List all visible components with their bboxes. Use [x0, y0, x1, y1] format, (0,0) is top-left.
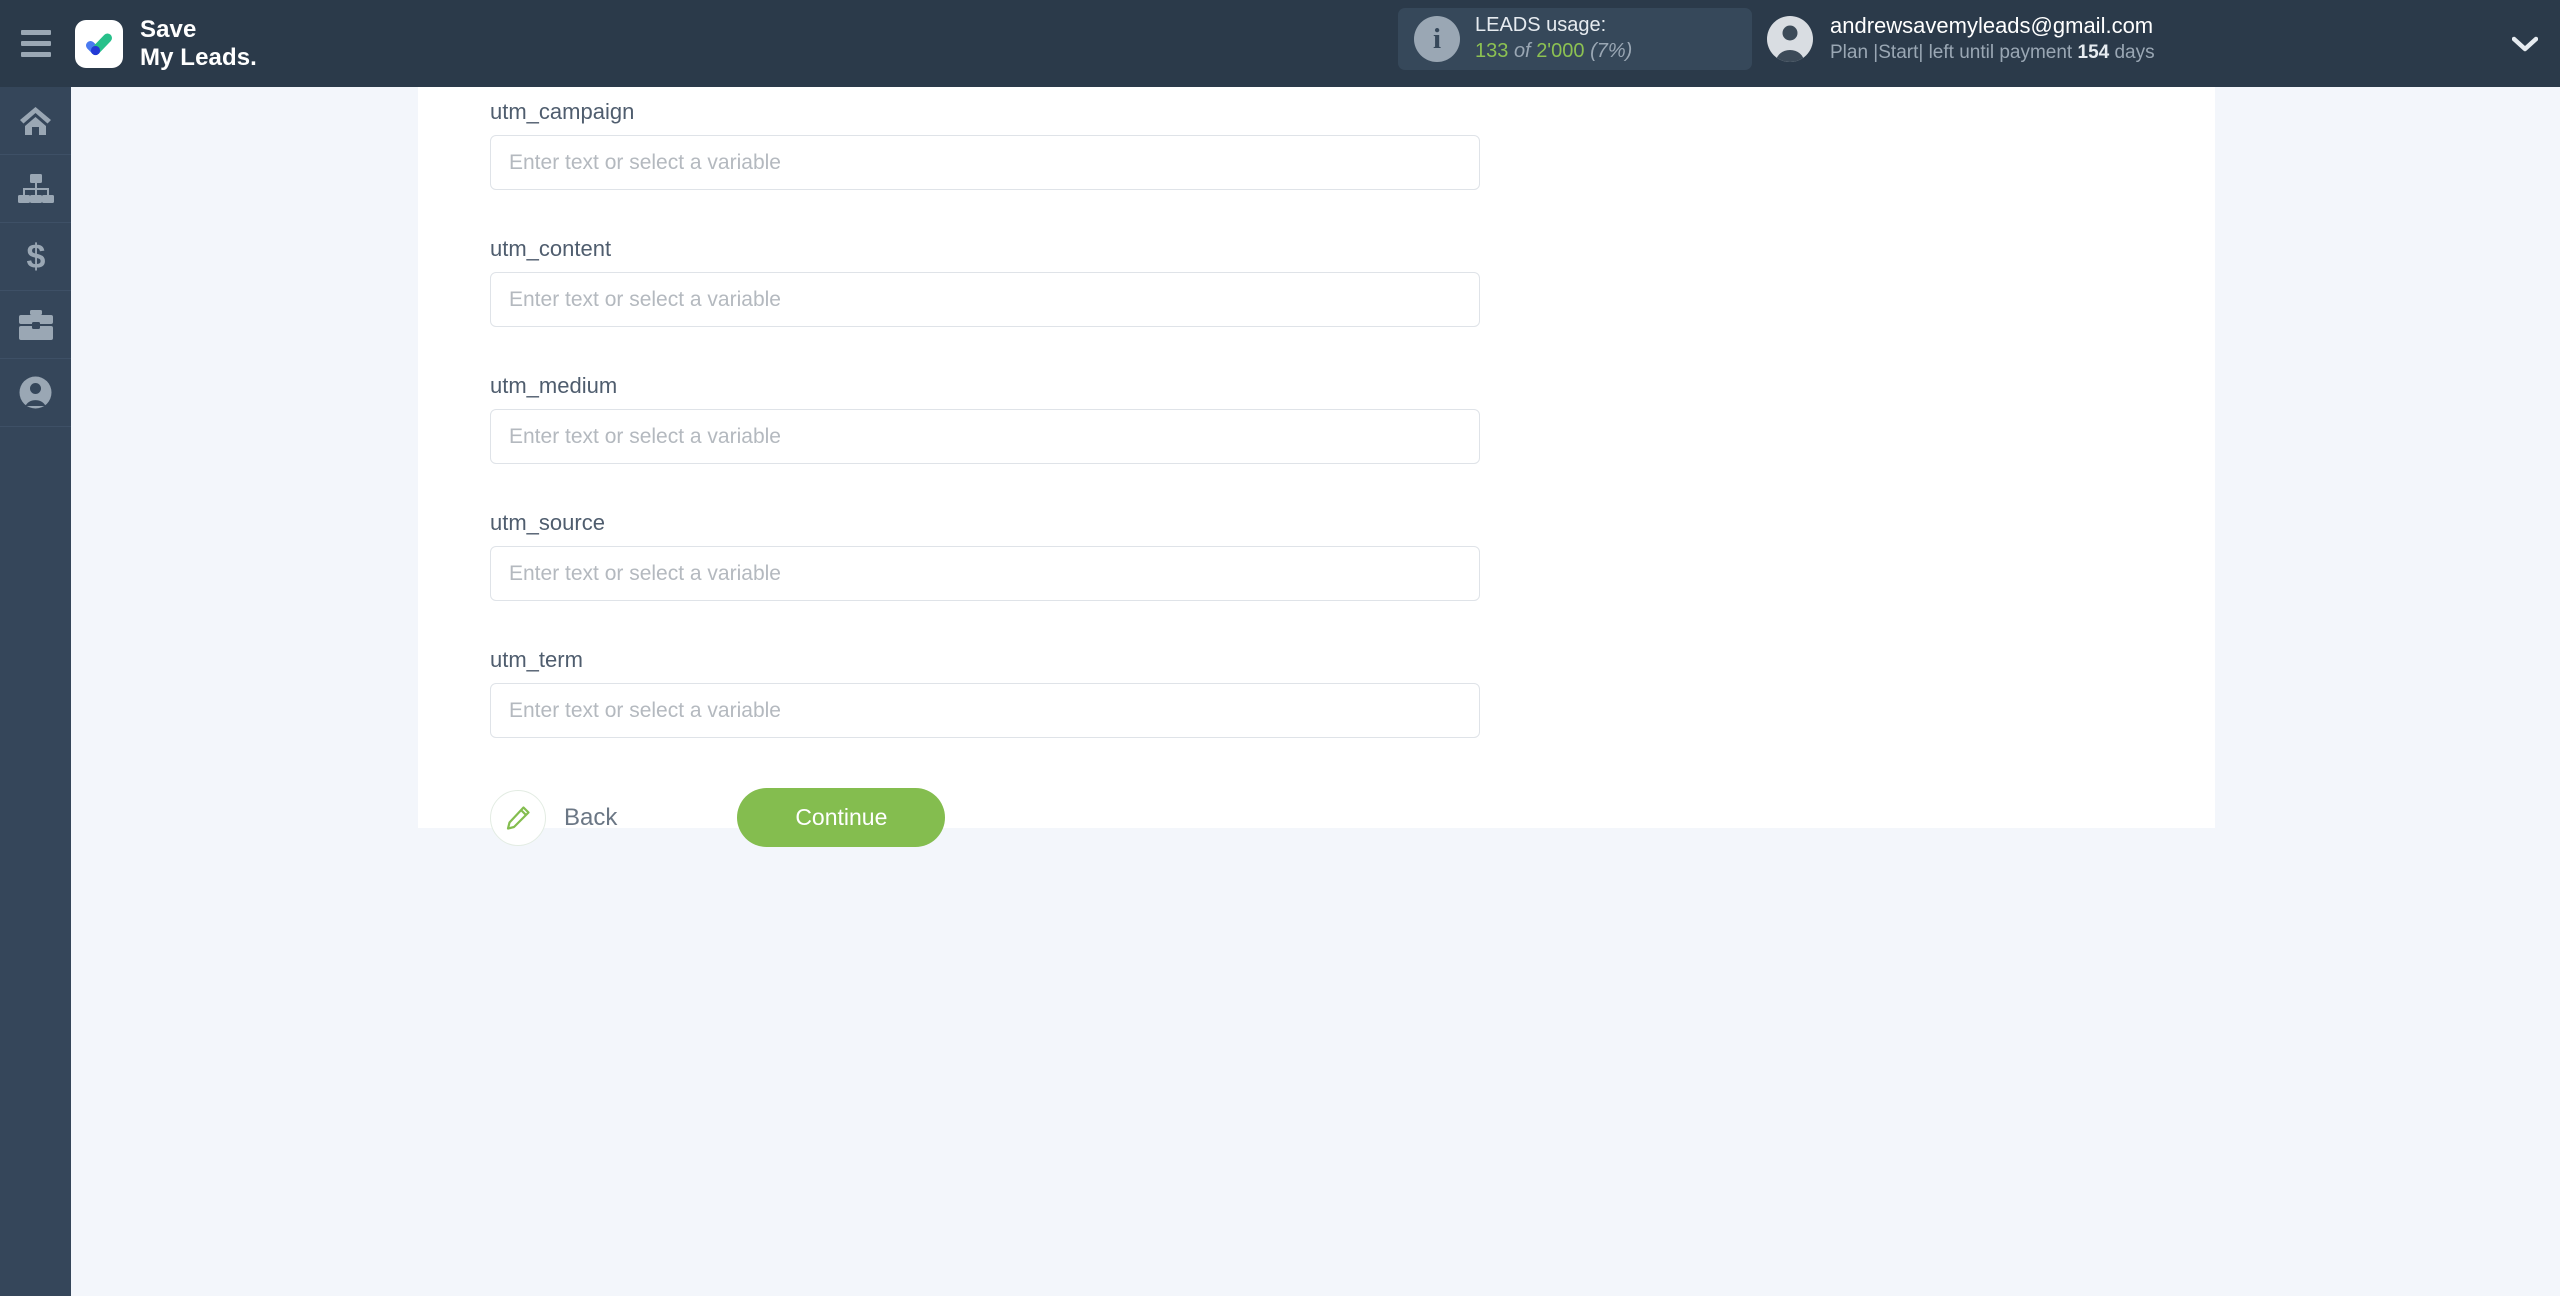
field-label: utm_campaign: [490, 99, 635, 124]
utm-term-input[interactable]: [490, 683, 1480, 738]
hamburger-icon[interactable]: [0, 0, 71, 87]
account-plan-days: 154: [2077, 41, 2110, 63]
chevron-down-icon[interactable]: [2505, 26, 2545, 62]
sidebar-item-services[interactable]: [0, 291, 71, 359]
pencil-icon: [490, 789, 546, 846]
account-menu[interactable]: andrewsavemyleads@gmail.com Plan |Start|…: [1767, 8, 2155, 70]
home-icon: [19, 106, 52, 136]
leads-total: 2'000: [1536, 40, 1585, 62]
brand-text: Save My Leads.: [140, 16, 257, 70]
leads-usage-text: LEADS usage: 133 of 2'000 (7%): [1475, 13, 1632, 64]
leads-used: 133: [1475, 40, 1509, 62]
form-panel: utm_campaign utm_content utm_medium utm_…: [418, 87, 2215, 847]
info-icon: i: [1414, 16, 1460, 62]
utm-campaign-input[interactable]: [490, 135, 1480, 190]
field-utm-source: utm_source: [490, 498, 1550, 601]
continue-button[interactable]: Continue: [737, 788, 946, 847]
field-label: utm_term: [490, 647, 583, 672]
leads-usage-badge[interactable]: i LEADS usage: 133 of 2'000 (7%): [1398, 8, 1752, 70]
leads-percent: (7%): [1590, 40, 1633, 62]
leads-usage-title: LEADS usage:: [1475, 14, 1607, 37]
utm-form: utm_campaign utm_content utm_medium utm_…: [490, 87, 1550, 847]
account-plan-prefix: Plan |Start| left until payment: [1830, 41, 2073, 63]
field-label: utm_source: [490, 510, 605, 535]
user-icon: [19, 376, 52, 409]
sidebar-item-home[interactable]: [0, 87, 71, 155]
main-content: utm_campaign utm_content utm_medium utm_…: [71, 87, 2560, 1296]
leads-of: of: [1513, 40, 1531, 62]
field-utm-content: utm_content: [490, 224, 1550, 327]
account-text: andrewsavemyleads@gmail.com Plan |Start|…: [1830, 12, 2155, 65]
utm-medium-input[interactable]: [490, 409, 1480, 464]
sidebar-item-account[interactable]: [0, 359, 71, 427]
svg-text:$: $: [26, 240, 45, 274]
account-plan-unit: days: [2114, 41, 2155, 63]
back-button[interactable]: Back: [490, 789, 618, 846]
account-plan: Plan |Start| left until payment 154 days: [1830, 41, 2155, 66]
field-utm-campaign: utm_campaign: [490, 87, 1550, 190]
checkmark-logo-icon: [75, 19, 123, 68]
form-actions: Back Continue: [490, 788, 1550, 847]
briefcase-icon: [18, 309, 53, 340]
top-header: Save My Leads. i LEADS usage: 133 of 2'0…: [0, 0, 2560, 87]
back-button-label: Back: [564, 803, 618, 831]
brand-line-2: My Leads.: [140, 43, 257, 71]
field-utm-term: utm_term: [490, 635, 1550, 738]
dollar-icon: $: [23, 240, 49, 274]
field-label: utm_medium: [490, 373, 618, 398]
left-sidebar: $: [0, 87, 71, 1296]
sidebar-item-connections[interactable]: [0, 155, 71, 223]
user-avatar-icon: [1767, 16, 1813, 62]
brand-line-1: Save: [140, 16, 197, 44]
sidebar-item-billing[interactable]: $: [0, 223, 71, 291]
field-label: utm_content: [490, 236, 612, 261]
account-email: andrewsavemyleads@gmail.com: [1830, 13, 2154, 39]
hamburger-bar: [20, 41, 51, 46]
field-utm-medium: utm_medium: [490, 361, 1550, 464]
hamburger-bar: [20, 30, 51, 35]
brand-logo-link[interactable]: Save My Leads.: [75, 16, 257, 71]
utm-source-input[interactable]: [490, 546, 1480, 601]
hamburger-bar: [20, 52, 51, 57]
connections-icon: [17, 173, 54, 204]
utm-content-input[interactable]: [490, 272, 1480, 327]
leads-usage-values: 133 of 2'000 (7%): [1475, 39, 1632, 65]
